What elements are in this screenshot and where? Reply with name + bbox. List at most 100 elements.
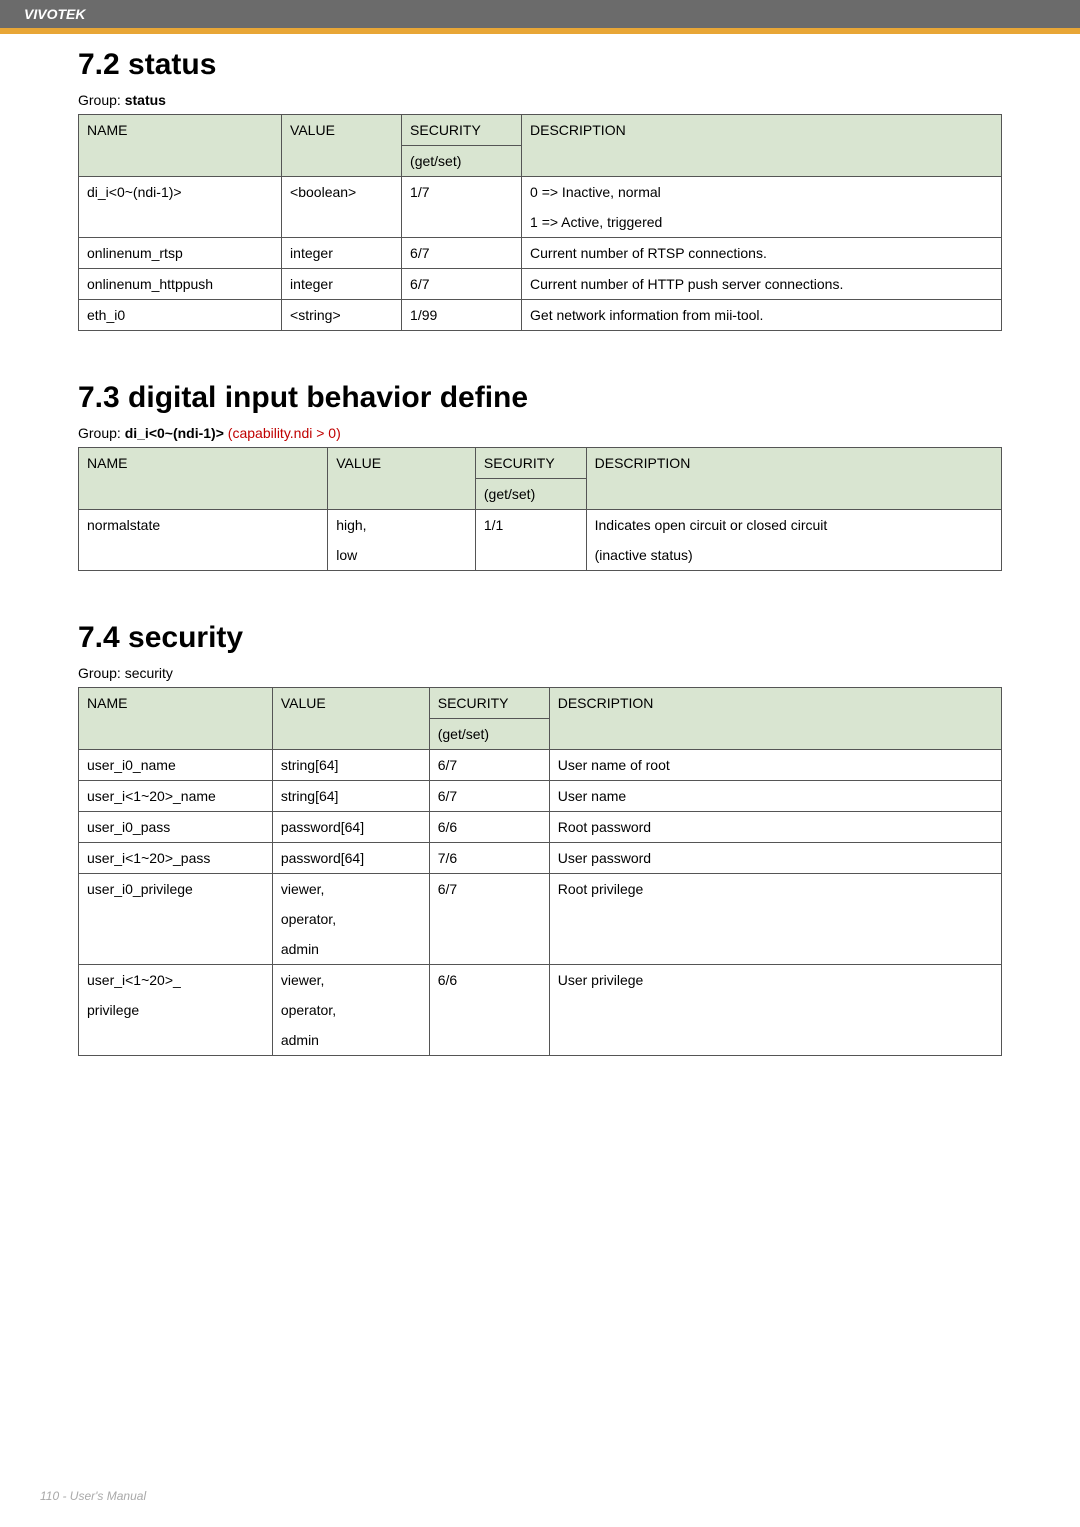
table-row: onlinenum_rtsp integer 6/7 Current numbe… bbox=[79, 238, 1002, 269]
col-description: DESCRIPTION bbox=[549, 688, 1001, 750]
table-72-status: NAME VALUE SECURITY DESCRIPTION (get/set… bbox=[78, 114, 1002, 331]
table-header-row: NAME VALUE SECURITY DESCRIPTION bbox=[79, 448, 1002, 479]
cell-name: onlinenum_rtsp bbox=[79, 238, 282, 269]
group-label: Group: security bbox=[78, 665, 173, 681]
cell-name: normalstate bbox=[79, 510, 328, 571]
cell-security: 6/7 bbox=[429, 750, 549, 781]
cell-security: 6/7 bbox=[429, 874, 549, 965]
table-row: user_i<1~20>_ viewer, 6/6 User privilege bbox=[79, 965, 1002, 996]
cell-desc: User name of root bbox=[549, 750, 1001, 781]
table-row: user_i<1~20>_pass password[64] 7/6 User … bbox=[79, 843, 1002, 874]
cell-security: 1/99 bbox=[402, 300, 522, 331]
table-row: user_i0_privilege viewer, 6/7 Root privi… bbox=[79, 874, 1002, 905]
table-row: normalstate high, 1/1 Indicates open cir… bbox=[79, 510, 1002, 541]
table-73-digital-input: NAME VALUE SECURITY DESCRIPTION (get/set… bbox=[78, 447, 1002, 571]
col-value: VALUE bbox=[328, 448, 476, 510]
col-security: SECURITY bbox=[429, 688, 549, 719]
cell-value-line2: low bbox=[328, 540, 476, 571]
col-security-sub: (get/set) bbox=[429, 719, 549, 750]
cell-security: 6/7 bbox=[429, 781, 549, 812]
cell-desc: Root privilege bbox=[549, 874, 1001, 965]
cell-value: password[64] bbox=[272, 812, 429, 843]
page-header: VIVOTEK bbox=[0, 0, 1080, 34]
group-value: di_i<0~(ndi-1)> bbox=[125, 425, 224, 441]
cell-name: user_i<1~20>_name bbox=[79, 781, 273, 812]
cell-value: integer bbox=[282, 269, 402, 300]
table-row: user_i0_name string[64] 6/7 User name of… bbox=[79, 750, 1002, 781]
col-description: DESCRIPTION bbox=[522, 115, 1002, 177]
cell-value-line2: operator, bbox=[272, 995, 429, 1025]
table-row: eth_i0 <string> 1/99 Get network informa… bbox=[79, 300, 1002, 331]
table-header-row: NAME VALUE SECURITY DESCRIPTION bbox=[79, 115, 1002, 146]
cell-desc: Current number of HTTP push server conne… bbox=[522, 269, 1002, 300]
section-title-72: 7.2 status bbox=[78, 48, 1002, 82]
cell-security: 7/6 bbox=[429, 843, 549, 874]
cell-name: user_i<1~20>_pass bbox=[79, 843, 273, 874]
cell-security: 1/1 bbox=[475, 510, 586, 571]
cell-value: <boolean> bbox=[282, 177, 402, 238]
cell-security: 6/6 bbox=[429, 812, 549, 843]
cell-value-line2: operator, bbox=[272, 904, 429, 934]
col-value: VALUE bbox=[272, 688, 429, 750]
brand-label: VIVOTEK bbox=[24, 6, 85, 22]
cell-value: string[64] bbox=[272, 781, 429, 812]
cell-value: string[64] bbox=[272, 750, 429, 781]
group-suffix: (capability.ndi > 0) bbox=[224, 425, 341, 441]
col-name: NAME bbox=[79, 448, 328, 510]
cell-desc: Get network information from mii-tool. bbox=[522, 300, 1002, 331]
table-row: user_i<1~20>_name string[64] 6/7 User na… bbox=[79, 781, 1002, 812]
group-value: status bbox=[125, 92, 166, 108]
table-row: onlinenum_httppush integer 6/7 Current n… bbox=[79, 269, 1002, 300]
section-title-73: 7.3 digital input behavior define bbox=[78, 381, 1002, 415]
cell-security: 6/6 bbox=[429, 965, 549, 1056]
cell-desc: Root password bbox=[549, 812, 1001, 843]
table-row: user_i0_pass password[64] 6/6 Root passw… bbox=[79, 812, 1002, 843]
cell-desc-line2: 1 => Active, triggered bbox=[522, 207, 1002, 238]
table-74-security: NAME VALUE SECURITY DESCRIPTION (get/set… bbox=[78, 687, 1002, 1056]
cell-value: password[64] bbox=[272, 843, 429, 874]
cell-value-line3: admin bbox=[272, 1025, 429, 1056]
cell-value-line1: high, bbox=[328, 510, 476, 541]
cell-value: integer bbox=[282, 238, 402, 269]
table-row: di_i<0~(ndi-1)> <boolean> 1/7 0 => Inact… bbox=[79, 177, 1002, 208]
cell-name: user_i0_pass bbox=[79, 812, 273, 843]
cell-name-line2: privilege bbox=[79, 995, 273, 1025]
cell-name: onlinenum_httppush bbox=[79, 269, 282, 300]
cell-name: di_i<0~(ndi-1)> bbox=[79, 177, 282, 238]
group-label: Group: bbox=[78, 92, 125, 108]
cell-desc-line1: Indicates open circuit or closed circuit bbox=[586, 510, 1001, 541]
cell-desc-line2: (inactive status) bbox=[586, 540, 1001, 571]
col-description: DESCRIPTION bbox=[586, 448, 1001, 510]
cell-security: 6/7 bbox=[402, 269, 522, 300]
cell-desc: User password bbox=[549, 843, 1001, 874]
section-title-74: 7.4 security bbox=[78, 621, 1002, 655]
page-content: 7.2 status Group: status NAME VALUE SECU… bbox=[0, 34, 1080, 1056]
footer-text: 110 - User's Manual bbox=[40, 1489, 146, 1503]
group-line-72: Group: status bbox=[78, 92, 1002, 108]
group-label: Group: bbox=[78, 425, 125, 441]
col-name: NAME bbox=[79, 688, 273, 750]
cell-name-empty bbox=[79, 1025, 273, 1056]
col-security-sub: (get/set) bbox=[475, 479, 586, 510]
cell-desc: Current number of RTSP connections. bbox=[522, 238, 1002, 269]
cell-name: eth_i0 bbox=[79, 300, 282, 331]
cell-value-line1: viewer, bbox=[272, 965, 429, 996]
page-footer: 110 - User's Manual bbox=[40, 1489, 146, 1503]
col-value: VALUE bbox=[282, 115, 402, 177]
cell-name: user_i0_name bbox=[79, 750, 273, 781]
col-security: SECURITY bbox=[475, 448, 586, 479]
cell-desc: User name bbox=[549, 781, 1001, 812]
cell-security: 6/7 bbox=[402, 238, 522, 269]
cell-value-line1: viewer, bbox=[272, 874, 429, 905]
col-security: SECURITY bbox=[402, 115, 522, 146]
cell-value-line3: admin bbox=[272, 934, 429, 965]
group-line-73: Group: di_i<0~(ndi-1)> (capability.ndi >… bbox=[78, 425, 1002, 441]
cell-value: <string> bbox=[282, 300, 402, 331]
cell-name: user_i0_privilege bbox=[79, 874, 273, 965]
cell-security: 1/7 bbox=[402, 177, 522, 238]
group-line-74: Group: security bbox=[78, 665, 1002, 681]
cell-desc-line1: 0 => Inactive, normal bbox=[522, 177, 1002, 208]
cell-name-line1: user_i<1~20>_ bbox=[79, 965, 273, 996]
col-security-sub: (get/set) bbox=[402, 146, 522, 177]
col-name: NAME bbox=[79, 115, 282, 177]
